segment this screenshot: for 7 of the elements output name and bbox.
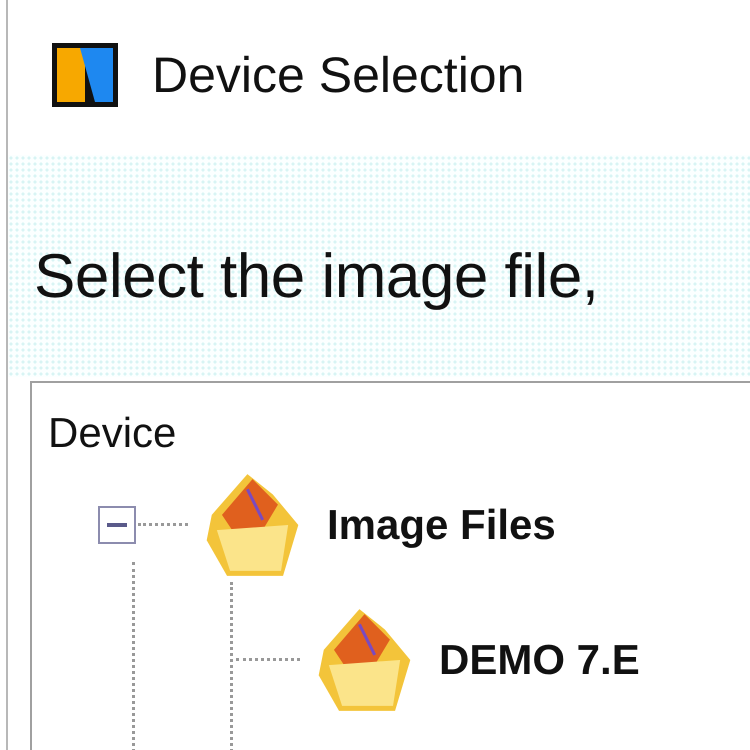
app-icon: [50, 40, 120, 108]
window-title: Device Selection: [152, 46, 524, 104]
instruction-text: Select the image file,: [34, 240, 599, 312]
collapse-toggle[interactable]: [98, 506, 136, 544]
column-header: Device: [48, 409, 178, 457]
tree-item[interactable]: Image Files: [327, 500, 556, 548]
tree-item[interactable]: DEMO 7.E: [439, 636, 640, 684]
